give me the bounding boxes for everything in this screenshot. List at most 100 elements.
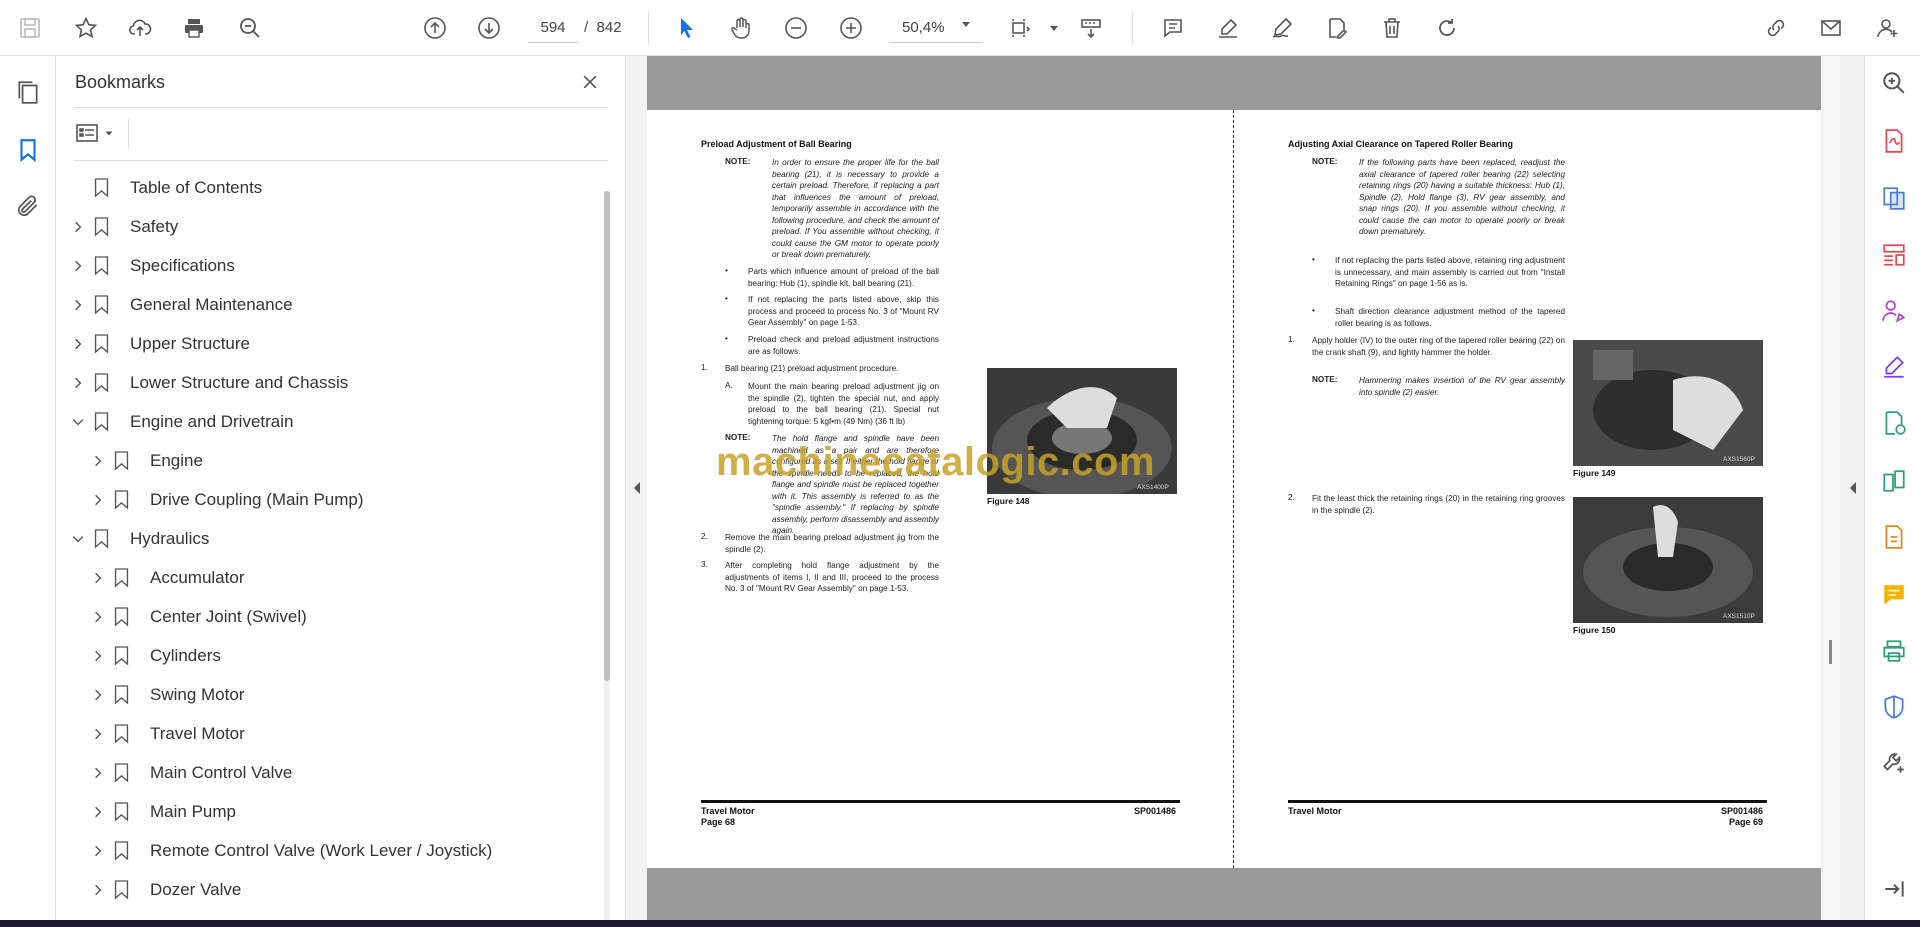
- previous-page-icon[interactable]: [419, 12, 451, 44]
- page-gap: [647, 56, 1821, 110]
- chevron-right-icon[interactable]: [88, 763, 108, 783]
- page-number-input[interactable]: [528, 13, 578, 43]
- collapse-panel-icon[interactable]: [632, 480, 642, 496]
- zoom-level-select[interactable]: 50,4%: [890, 13, 982, 43]
- bookmark-label: Dozer Valve: [150, 879, 242, 899]
- comment-icon[interactable]: [1879, 580, 1909, 610]
- star-icon[interactable]: [70, 12, 102, 44]
- bookmark-item[interactable]: Swing Motor: [88, 675, 244, 714]
- scroll-mode-icon[interactable]: [1075, 12, 1107, 44]
- bookmark-item[interactable]: General Maintenance: [68, 285, 293, 324]
- comment-icon[interactable]: [1157, 12, 1189, 44]
- expand-right-panel-icon[interactable]: [1848, 480, 1858, 496]
- bookmark-item[interactable]: Cylinders: [88, 636, 221, 675]
- attachment-icon[interactable]: [12, 190, 44, 222]
- edit-text-icon[interactable]: [1321, 12, 1353, 44]
- create-pdf-icon[interactable]: [1879, 183, 1909, 213]
- bookmark-item[interactable]: Center Joint (Swivel): [88, 597, 307, 636]
- figure-caption: Figure 148: [987, 496, 1030, 506]
- share-link-icon[interactable]: [1760, 12, 1792, 44]
- chevron-right-icon[interactable]: [88, 451, 108, 471]
- redo-icon[interactable]: [1431, 12, 1463, 44]
- print-icon[interactable]: [178, 12, 210, 44]
- scrollbar-thumb[interactable]: [604, 191, 610, 681]
- chevron-down-icon[interactable]: [68, 529, 88, 549]
- fill-sign-icon[interactable]: [1879, 352, 1909, 382]
- step-number: A.: [725, 381, 733, 390]
- chevron-right-icon[interactable]: [88, 685, 108, 705]
- hand-tool-icon[interactable]: [725, 12, 757, 44]
- export-file-icon[interactable]: [1879, 522, 1909, 552]
- close-icon[interactable]: [576, 68, 604, 96]
- chevron-down-icon[interactable]: [1038, 12, 1070, 44]
- divider: [74, 160, 608, 161]
- chevron-right-icon[interactable]: [88, 841, 108, 861]
- scrollbar-thumb[interactable]: [1829, 640, 1832, 664]
- chevron-right-icon[interactable]: [88, 490, 108, 510]
- zoom-search-icon[interactable]: [234, 12, 266, 44]
- request-signatures-icon[interactable]: [1879, 296, 1909, 326]
- fit-page-icon[interactable]: [1004, 12, 1036, 44]
- zoom-search-icon[interactable]: [1879, 68, 1909, 98]
- bookmark-item[interactable]: Main Pump: [88, 792, 236, 831]
- add-user-icon[interactable]: [1872, 12, 1904, 44]
- zoom-in-icon[interactable]: [835, 12, 867, 44]
- email-icon[interactable]: [1815, 12, 1847, 44]
- section-title: Preload Adjustment of Ball Bearing: [701, 139, 852, 149]
- chevron-right-icon[interactable]: [68, 217, 88, 237]
- bookmark-item[interactable]: Hydraulics: [68, 519, 209, 558]
- save-icon[interactable]: [14, 12, 46, 44]
- chevron-right-icon[interactable]: [68, 373, 88, 393]
- highlight-pen-icon[interactable]: [1212, 12, 1244, 44]
- bookmark-item[interactable]: Safety: [68, 207, 178, 246]
- send-for-review-icon[interactable]: [1879, 408, 1909, 438]
- footer-code: SP001486: [1134, 806, 1177, 816]
- print-production-icon[interactable]: [1879, 636, 1909, 666]
- chevron-right-icon[interactable]: [88, 646, 108, 666]
- bookmark-item[interactable]: Drive Coupling (Main Pump): [88, 480, 364, 519]
- chevron-down-icon[interactable]: [68, 412, 88, 432]
- bookmark-item[interactable]: Remote Control Valve (Work Lever / Joyst…: [88, 831, 492, 870]
- upload-cloud-icon[interactable]: [124, 12, 156, 44]
- trash-icon[interactable]: [1376, 12, 1408, 44]
- bookmark-flag-icon: [90, 410, 112, 434]
- next-page-icon[interactable]: [473, 12, 505, 44]
- bookmark-item[interactable]: Upper Structure: [68, 324, 250, 363]
- bookmark-flag-icon: [110, 488, 132, 512]
- bookmark-label: Upper Structure: [130, 333, 250, 353]
- step-text: Apply holder (IV) to the outer ring of t…: [1312, 336, 1565, 357]
- zoom-out-icon[interactable]: [780, 12, 812, 44]
- document-scrollbar[interactable]: [1824, 56, 1840, 927]
- chevron-right-icon[interactable]: [88, 880, 108, 900]
- page-thumbnails-icon[interactable]: [12, 76, 44, 108]
- bookmark-item[interactable]: Main Control Valve: [88, 753, 292, 792]
- bookmark-options-button[interactable]: [74, 118, 122, 148]
- chevron-right-icon[interactable]: [88, 802, 108, 822]
- chevron-right-icon[interactable]: [88, 724, 108, 744]
- chevron-right-icon[interactable]: [68, 295, 88, 315]
- bookmark-item[interactable]: Engine: [88, 441, 203, 480]
- select-cursor-icon[interactable]: [671, 12, 703, 44]
- export-pdf-icon[interactable]: [1879, 126, 1909, 156]
- draw-freehand-icon[interactable]: [1266, 12, 1298, 44]
- bookmark-item[interactable]: Accumulator: [88, 558, 244, 597]
- bookmark-item[interactable]: Table of Contents: [68, 168, 262, 207]
- chevron-down-icon[interactable]: [962, 22, 970, 27]
- chevron-right-icon[interactable]: [88, 607, 108, 627]
- chevron-right-icon[interactable]: [68, 256, 88, 276]
- compare-files-icon[interactable]: [1879, 466, 1909, 496]
- bookmark-item[interactable]: Travel Motor: [88, 714, 245, 753]
- bookmark-label: Engine: [150, 450, 203, 470]
- protect-shield-icon[interactable]: [1879, 692, 1909, 722]
- bookmark-item[interactable]: Lower Structure and Chassis: [68, 363, 348, 402]
- bookmark-item[interactable]: Engine and Drivetrain: [68, 402, 293, 441]
- organize-pages-icon[interactable]: [1879, 240, 1909, 270]
- chevron-right-icon[interactable]: [88, 568, 108, 588]
- bookmark-item[interactable]: Specifications: [68, 246, 235, 285]
- bookmark-icon[interactable]: [12, 134, 44, 166]
- bookmark-item[interactable]: Dozer Valve: [88, 870, 241, 909]
- collapse-rail-icon[interactable]: [1879, 874, 1909, 904]
- chevron-right-icon[interactable]: [68, 334, 88, 354]
- more-tools-icon[interactable]: [1879, 748, 1909, 778]
- bookmark-flag-icon: [110, 644, 132, 668]
